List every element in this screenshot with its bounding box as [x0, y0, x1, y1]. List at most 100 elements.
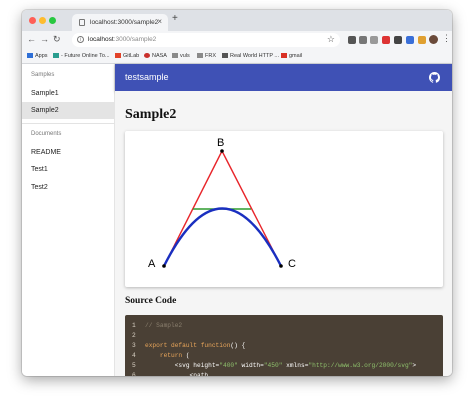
sidebar-item-test2[interactable]: Test2: [22, 179, 115, 196]
code-text: export default function() {: [145, 342, 245, 349]
address-bar[interactable]: i localhost:3000/sample2 ☆: [72, 33, 340, 47]
url-path: :3000/sample2: [113, 36, 157, 43]
code-token: // Sample2: [145, 322, 183, 329]
page-title: Sample2: [125, 107, 177, 122]
minimize-window-button[interactable]: [39, 17, 46, 24]
code-token: <svg height=: [145, 362, 220, 369]
folder-icon: [197, 53, 203, 58]
bookmark-future-online[interactable]: - Future Online To...: [53, 53, 110, 59]
label-b: B: [217, 137, 224, 149]
maximize-window-button[interactable]: [49, 17, 56, 24]
line-number: 5: [132, 362, 136, 369]
github-icon[interactable]: [429, 72, 440, 83]
code-line: 2: [125, 332, 443, 342]
code-token: export default function: [145, 342, 231, 349]
back-button[interactable]: ←: [27, 34, 36, 44]
code-token: <path: [145, 372, 209, 376]
bezier-diagram: A B C: [148, 137, 296, 270]
browser-tab[interactable]: localhost:3000/sample2 ×: [72, 14, 168, 31]
label-c: C: [288, 258, 296, 270]
point-c: [279, 264, 283, 268]
extension-icon[interactable]: [359, 36, 367, 44]
code-token: "400": [219, 362, 238, 369]
url-host: localhost: [88, 36, 114, 43]
extension-icon[interactable]: [348, 36, 356, 44]
diagram-card: A B C: [125, 131, 443, 287]
main-content: Sample2 A B C Source Code 1 // Sample2 2 3 e…: [115, 91, 452, 376]
extension-icon[interactable]: [394, 36, 402, 44]
tab-title: localhost:3000/sample2: [90, 19, 159, 26]
gitlab-icon: [115, 53, 121, 58]
code-token: return: [145, 352, 183, 359]
code-line: 5 <svg height="400" width="450" xmlns="h…: [125, 362, 443, 372]
browser-window: localhost:3000/sample2 × + ← → ↻ i local…: [22, 10, 452, 376]
extension-icon[interactable]: [370, 36, 378, 44]
code-token: "http://www.w3.org/2000/svg": [308, 362, 413, 369]
code-text: <svg height="400" width="450" xmlns="htt…: [145, 362, 416, 369]
apps-grid-icon: [27, 53, 33, 58]
menu-icon[interactable]: ⋮: [442, 33, 451, 44]
code-text: return (: [145, 352, 190, 359]
nasa-icon: [144, 53, 150, 58]
code-line: 1 // Sample2: [125, 322, 443, 332]
gmail-icon: [281, 53, 287, 58]
bookmark-icon: [53, 53, 59, 58]
browser-toolbar: ← → ↻ i localhost:3000/sample2 ☆ ⋮: [22, 31, 452, 50]
extension-icon[interactable]: [418, 36, 426, 44]
code-line: 3 export default function() {: [125, 342, 443, 352]
code-text: // Sample2: [145, 322, 182, 329]
sidebar-section-header: Samples: [31, 72, 55, 78]
reload-button[interactable]: ↻: [53, 34, 61, 45]
sidebar: Samples Sample1 Sample2 Documents README…: [22, 64, 115, 376]
source-code-heading: Source Code: [125, 296, 177, 306]
bookmark-star-icon[interactable]: ☆: [327, 34, 335, 45]
extension-icon[interactable]: [406, 36, 414, 44]
label-a: A: [148, 258, 156, 270]
sidebar-section-header: Documents: [31, 131, 62, 137]
sidebar-divider: [22, 123, 115, 124]
sidebar-item-sample1[interactable]: Sample1: [22, 85, 115, 102]
sidebar-item-test1[interactable]: Test1: [22, 161, 115, 178]
info-icon[interactable]: i: [77, 36, 84, 43]
forward-button[interactable]: →: [40, 34, 49, 44]
avatar[interactable]: [429, 35, 438, 44]
bookmarks-bar: Apps - Future Online To... GitLab NASA v…: [22, 50, 452, 64]
code-line: 6 <path: [125, 372, 443, 376]
bookmark-vuls[interactable]: vuls: [172, 53, 190, 59]
bookmark-nasa[interactable]: NASA: [144, 53, 167, 59]
tab-strip: localhost:3000/sample2 × +: [22, 10, 452, 31]
bookmark-icon: [222, 53, 228, 58]
code-token: "450": [263, 362, 283, 369]
close-window-button[interactable]: [29, 17, 36, 24]
app-title: testsample: [125, 72, 169, 82]
code-token: (: [182, 352, 190, 359]
code-token: xmlns=: [282, 362, 309, 369]
page-icon: [79, 19, 85, 26]
code-line: 4 return (: [125, 352, 443, 362]
bookmark-gmail[interactable]: gmail: [281, 53, 302, 59]
code-block[interactable]: 1 // Sample2 2 3 export default function() {…: [125, 315, 443, 376]
app-header: testsample: [115, 64, 452, 91]
point-a: [162, 264, 166, 268]
line-number: 2: [132, 332, 136, 339]
sidebar-item-readme[interactable]: README: [22, 144, 115, 161]
bookmark-frx[interactable]: FRX: [197, 53, 216, 59]
new-tab-button[interactable]: +: [172, 13, 178, 24]
point-b: [220, 149, 224, 153]
bookmark-apps[interactable]: Apps: [27, 53, 48, 59]
code-text: <path: [145, 372, 209, 376]
code-token: () {: [230, 342, 246, 349]
extension-icon[interactable]: [382, 36, 390, 44]
bookmark-gitlab[interactable]: GitLab: [115, 53, 139, 59]
line-number: 4: [132, 352, 136, 359]
folder-icon: [172, 53, 178, 58]
line-number: 6: [132, 372, 136, 376]
sidebar-item-sample2[interactable]: Sample2: [22, 102, 115, 119]
code-token: width=: [237, 362, 264, 369]
quadratic-curve: [162, 207, 283, 267]
line-number: 3: [132, 342, 136, 349]
line-number: 1: [132, 322, 136, 329]
bookmark-real-world-http[interactable]: Real World HTTP ...: [222, 53, 279, 59]
code-token: >: [412, 362, 417, 369]
close-tab-icon[interactable]: ×: [157, 17, 162, 26]
